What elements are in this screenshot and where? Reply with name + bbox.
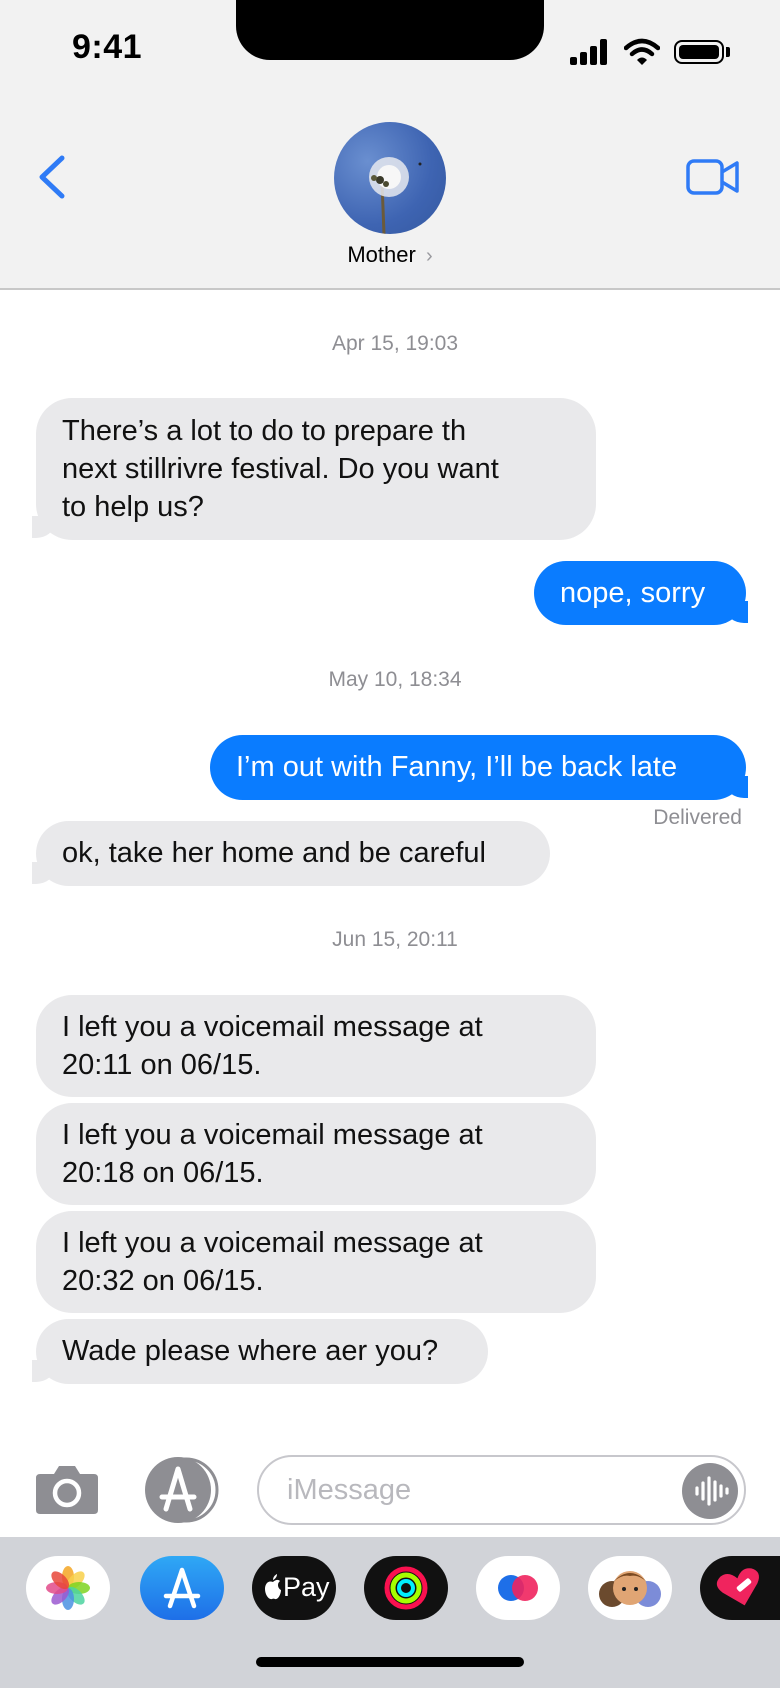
incoming-message[interactable]: I left you a voicemail message at 20:18 … — [36, 1103, 596, 1205]
contact-avatar[interactable] — [334, 122, 446, 234]
heart-sticker-icon[interactable] — [700, 1556, 780, 1620]
incoming-message[interactable]: I left you a voicemail message at 20:32 … — [36, 1211, 596, 1313]
message-input[interactable]: iMessage — [257, 1455, 746, 1525]
contact-name[interactable]: Mother › — [0, 242, 780, 268]
conversation-header: 9:41 Mother › — [0, 0, 780, 290]
digital-touch-icon[interactable] — [476, 1556, 560, 1620]
cellular-signal-icon — [570, 39, 610, 65]
status-time: 9:41 — [72, 28, 143, 66]
timestamp: Jun 15, 20:11 — [332, 928, 458, 951]
incoming-message[interactable]: Wade please where aer you? — [36, 1319, 488, 1384]
battery-icon — [674, 40, 724, 64]
camera-notch — [236, 0, 544, 60]
wifi-icon — [624, 38, 660, 65]
photos-icon[interactable] — [26, 1556, 110, 1620]
video-call-icon[interactable] — [686, 158, 740, 196]
outgoing-message[interactable]: I’m out with Fanny, I’ll be back late — [210, 735, 746, 800]
camera-icon[interactable] — [34, 1462, 100, 1516]
timestamp: May 10, 18:34 — [328, 668, 462, 691]
app-store-icon[interactable] — [140, 1556, 224, 1620]
back-chevron-icon[interactable] — [34, 154, 70, 200]
incoming-message[interactable]: There’s a lot to do to prepare th next s… — [36, 398, 596, 540]
delivered-status: Delivered — [653, 806, 742, 829]
incoming-message[interactable]: I left you a voicemail message at 20:11 … — [36, 995, 596, 1097]
timestamp: Apr 15, 19:03 — [331, 332, 459, 355]
chevron-right-icon: › — [425, 245, 433, 267]
incoming-message[interactable]: ok, take her home and be careful — [36, 821, 550, 886]
audio-message-button[interactable] — [682, 1463, 738, 1519]
fitness-icon[interactable] — [364, 1556, 448, 1620]
memoji-icon[interactable] — [588, 1556, 672, 1620]
home-indicator[interactable] — [256, 1657, 524, 1667]
apple-pay-icon[interactable]: Pay — [252, 1556, 336, 1620]
apple-logo-icon — [265, 1574, 281, 1600]
app-store-button-icon[interactable] — [144, 1455, 224, 1525]
outgoing-message[interactable]: nope, sorry — [534, 561, 746, 625]
waveform-icon — [695, 1476, 729, 1506]
